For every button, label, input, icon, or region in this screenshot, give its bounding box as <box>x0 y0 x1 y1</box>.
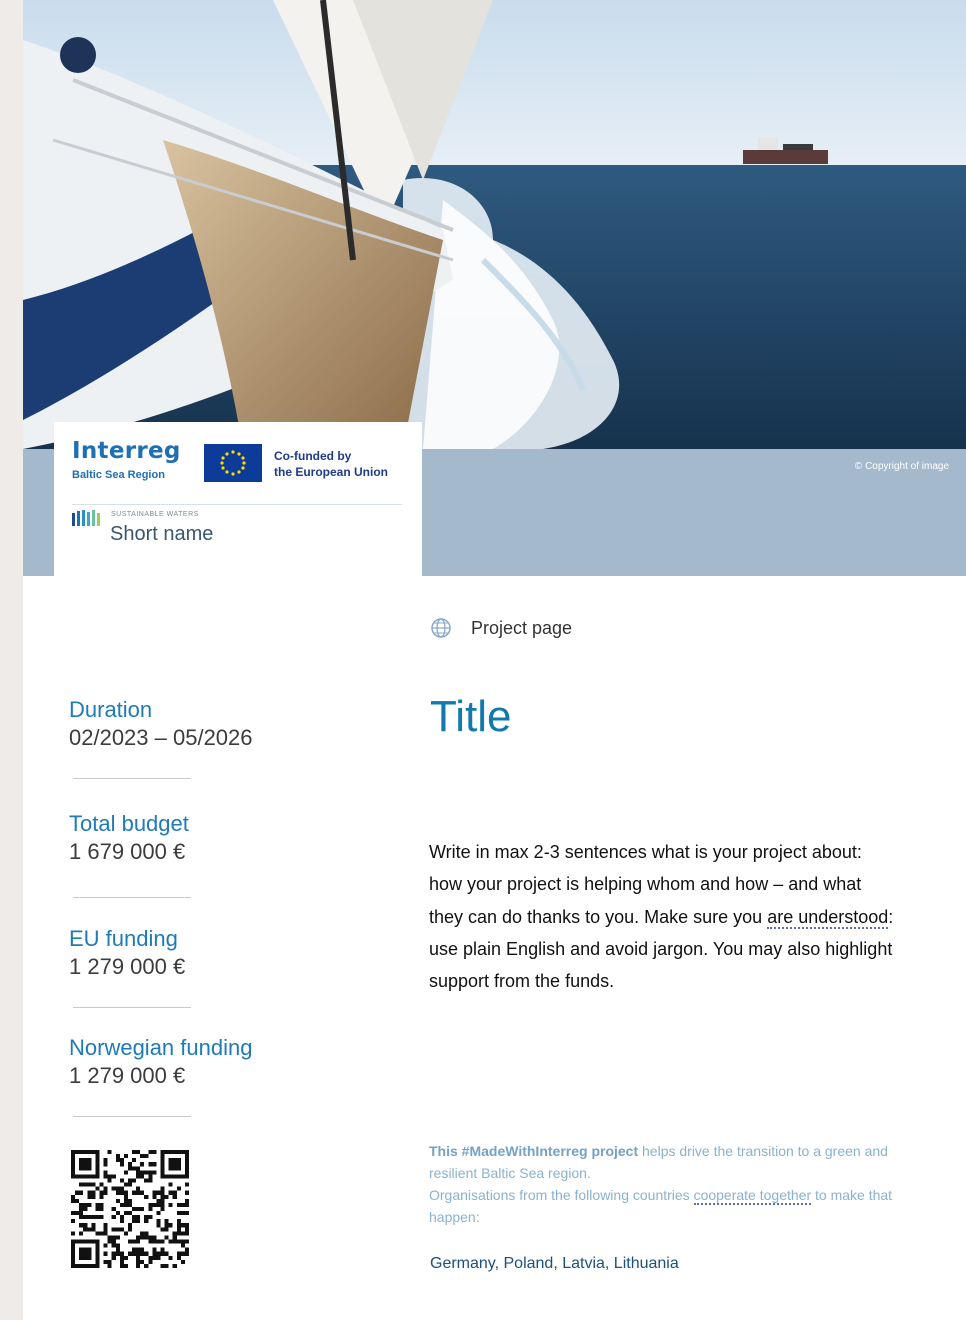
hero-image <box>23 0 966 449</box>
duration-value: 02/2023 – 05/2026 <box>69 725 253 750</box>
total-budget-label: Total budget <box>69 811 189 836</box>
logo-divider <box>72 504 402 505</box>
baltic-sea-region-label: Baltic Sea Region <box>72 469 165 481</box>
factsheet-page: © Copyright of image Interreg Baltic Sea… <box>23 0 966 1320</box>
total-budget-fact: Total budget 1 679 000 € <box>69 810 189 866</box>
norwegian-funding-label: Norwegian funding <box>69 1035 253 1060</box>
total-budget-value: 1 679 000 € <box>69 839 186 864</box>
fact-divider <box>73 778 191 779</box>
duration-label: Duration <box>69 697 153 722</box>
duration-fact: Duration 02/2023 – 05/2026 <box>69 696 253 752</box>
fact-divider <box>73 1116 191 1117</box>
globe-icon[interactable] <box>430 617 452 639</box>
project-page-link[interactable]: Project page <box>471 618 572 639</box>
cofunded-line-2: the European Union <box>274 465 388 479</box>
project-short-name: Short name <box>110 523 214 545</box>
image-copyright: © Copyright of image <box>854 461 949 472</box>
cofunded-label: Co-funded by the European Union <box>274 448 388 480</box>
fact-divider <box>73 1007 191 1008</box>
page-title: Title <box>430 692 512 741</box>
norwegian-funding-fact: Norwegian funding 1 279 000 € <box>69 1034 252 1090</box>
funds-underlined: cooperate together <box>693 1187 812 1205</box>
sustainable-waters-label: SUSTAINABLE WATERS <box>111 511 199 518</box>
eu-funding-fact: EU funding 1 279 000 € <box>69 925 185 981</box>
funds-statement: This #MadeWithInterreg project helps dri… <box>429 1140 899 1228</box>
logo-block: Interreg Baltic Sea Region Co-funded by … <box>54 422 422 582</box>
cofunded-line-1: Co-funded by <box>274 449 352 463</box>
sustainable-waters-icon <box>72 510 108 526</box>
funds-text-2: Organisations from the following countri… <box>429 1187 694 1203</box>
eu-funding-value: 1 279 000 € <box>69 954 186 979</box>
interreg-logo: Interreg <box>72 438 181 464</box>
summary-underlined: are understood <box>767 906 889 929</box>
project-summary: Write in max 2-3 sentences what is your … <box>429 836 899 997</box>
made-with-interreg: This #MadeWithInterreg project <box>429 1143 639 1159</box>
qr-code <box>71 1150 189 1268</box>
partner-countries: Germany, Poland, Latvia, Lithuania <box>430 1255 679 1272</box>
eu-flag-icon <box>204 444 262 482</box>
norwegian-funding-value: 1 279 000 € <box>69 1063 186 1088</box>
fact-divider <box>73 897 191 898</box>
eu-funding-label: EU funding <box>69 926 178 951</box>
